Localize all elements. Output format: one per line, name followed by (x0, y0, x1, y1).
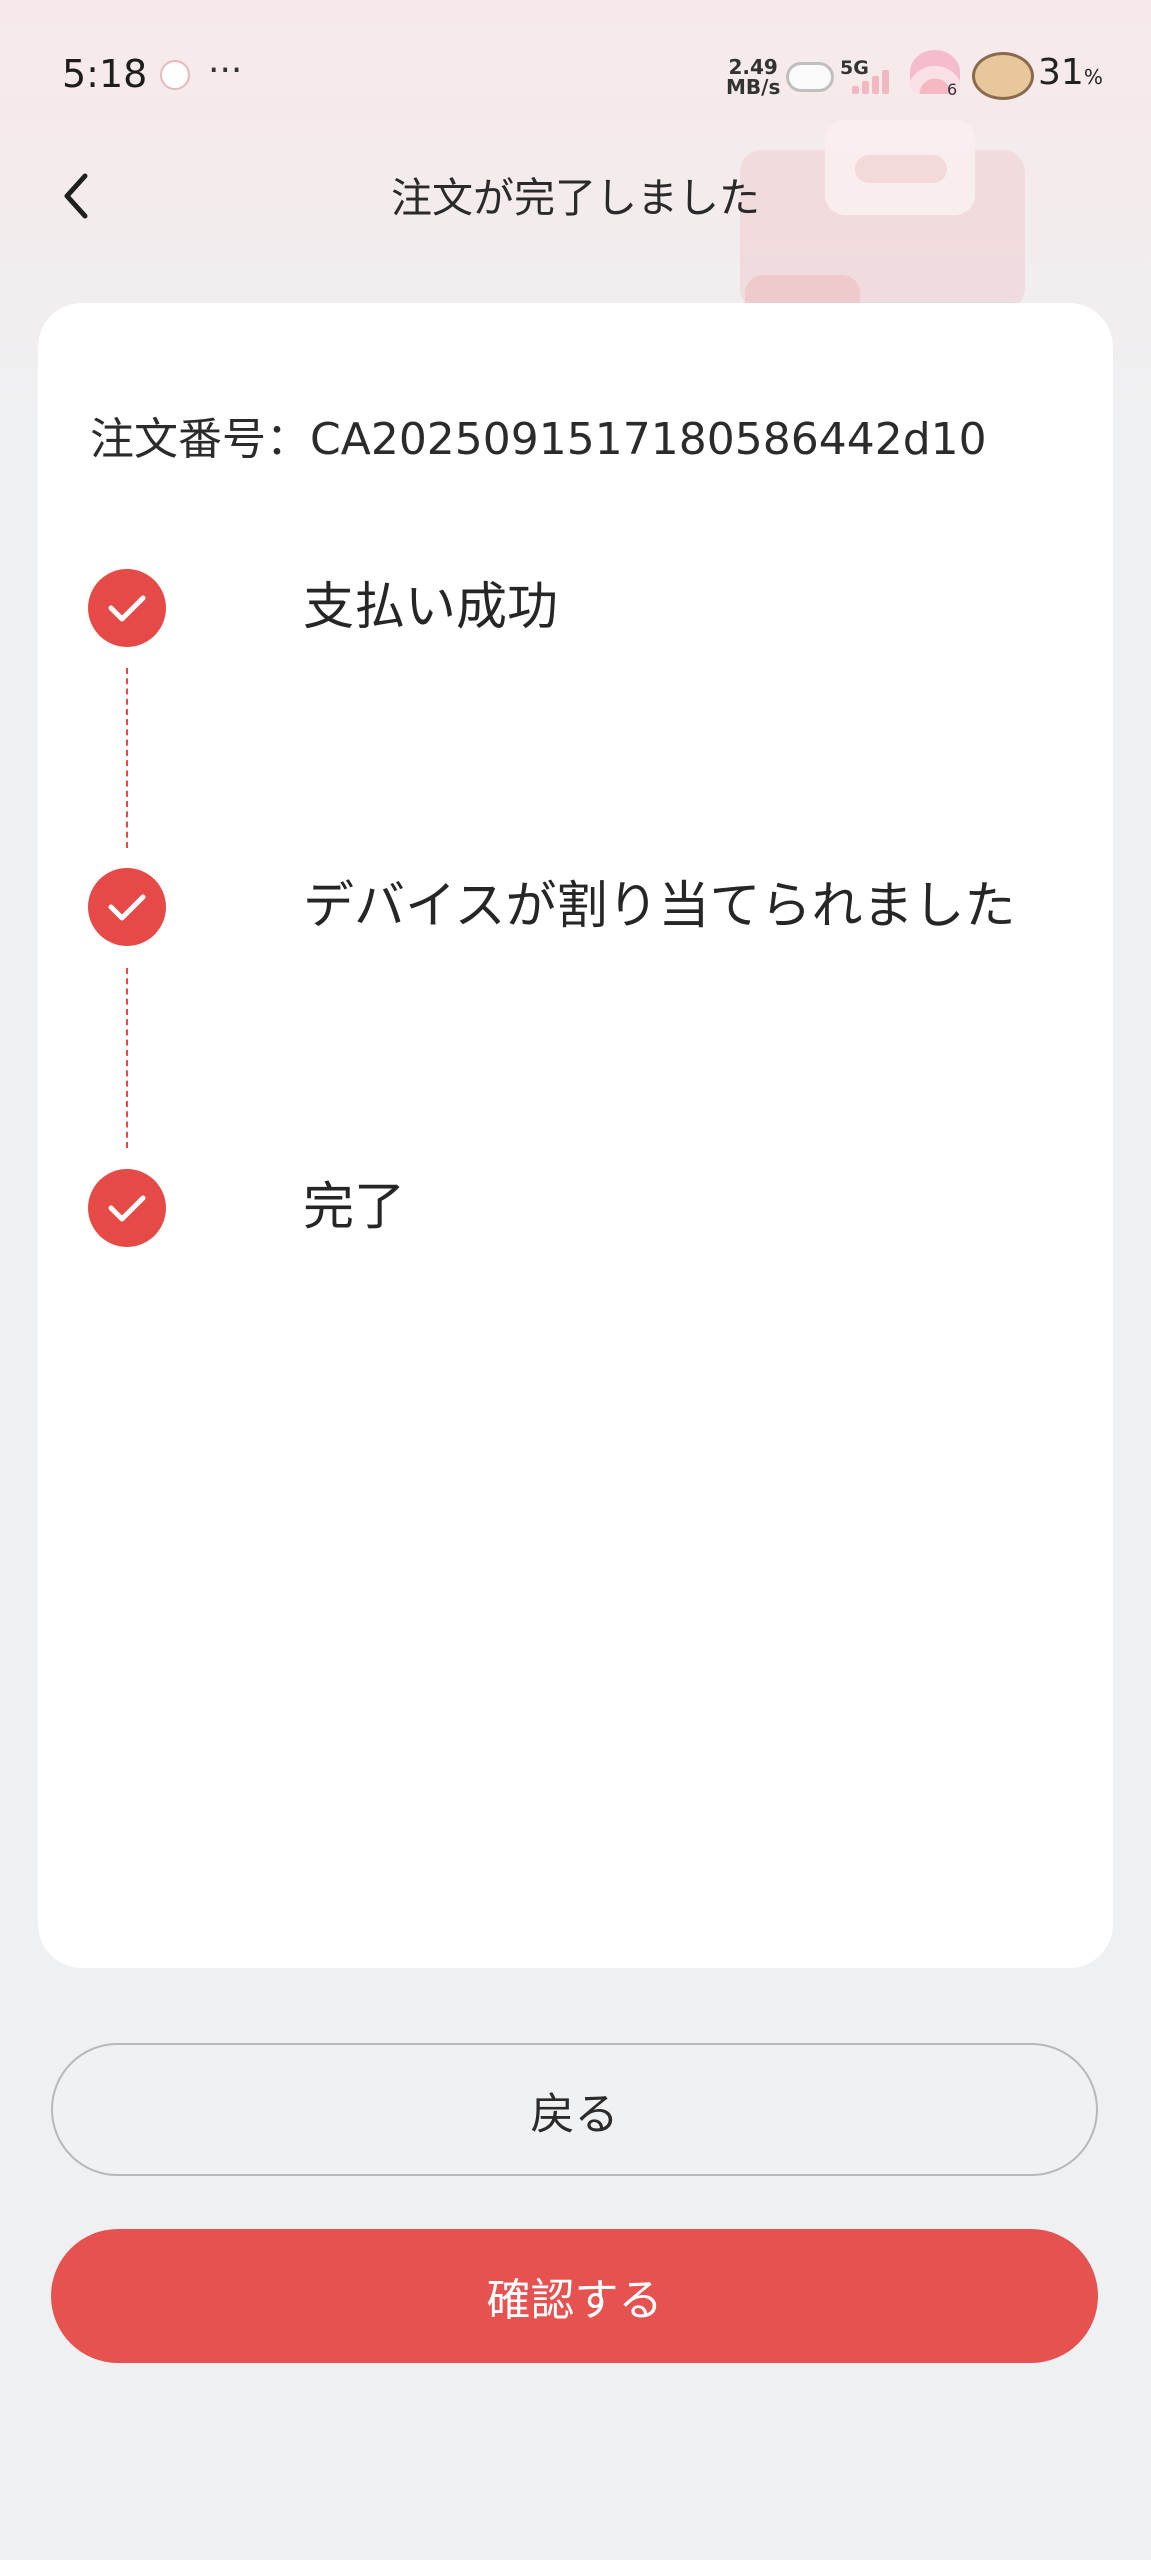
status-bar: 5:18 ··· 2.49 MB/s 5G 6 31% (0, 0, 1151, 150)
page-title: 注文が完了しました (391, 174, 760, 222)
wifi-count: 6 (947, 80, 958, 99)
more-notifications-icon: ··· (208, 50, 243, 91)
return-button[interactable]: 戻る (51, 2043, 1098, 2176)
notification-app-icon (160, 60, 190, 90)
step-label: デバイスが割り当てられました (303, 877, 1016, 936)
step-connector (126, 668, 128, 848)
network-speed: 2.49 MB/s (726, 57, 780, 97)
order-number-label: 注文番号： (90, 414, 310, 465)
signal-icon (852, 66, 900, 94)
order-number-value: CA2025091517180586442d10 (310, 414, 987, 465)
step-device-assigned: デバイスが割り当てられました (88, 868, 1088, 948)
check-circle-icon (88, 1169, 166, 1247)
confirm-button[interactable]: 確認する (51, 2229, 1098, 2363)
step-payment-success: 支払い成功 (88, 569, 1088, 649)
battery-level: 31% (1038, 52, 1103, 93)
check-circle-icon (88, 868, 166, 946)
battery-value: 31 (1038, 52, 1084, 93)
step-label: 完了 (303, 1178, 406, 1237)
step-completed: 完了 (88, 1169, 1088, 1249)
check-circle-icon (88, 569, 166, 647)
step-label: 支払い成功 (303, 578, 559, 637)
cloud-icon (786, 62, 834, 92)
network-speed-value: 2.49 (728, 55, 778, 79)
battery-unit: % (1083, 65, 1103, 89)
battery-character-icon (972, 52, 1034, 100)
step-connector (126, 968, 128, 1148)
order-status-card: 注文番号：CA2025091517180586442d10 支払い成功 デバイス… (38, 303, 1113, 1968)
network-speed-unit: MB/s (726, 75, 781, 99)
order-number: 注文番号：CA2025091517180586442d10 (90, 403, 987, 467)
status-time: 5:18 (62, 52, 148, 96)
